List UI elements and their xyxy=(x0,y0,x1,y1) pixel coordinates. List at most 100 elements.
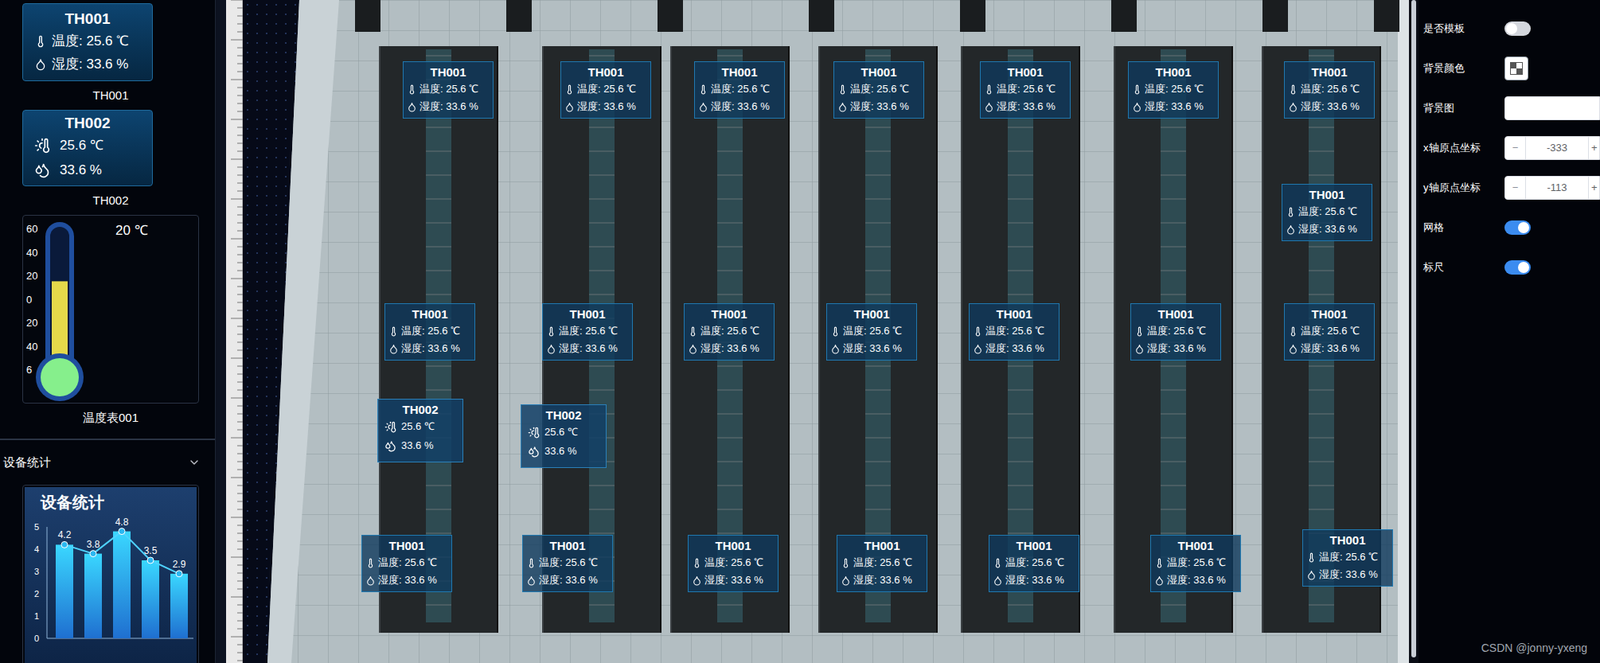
widget-temperature: 温度: 25.6 ℃ xyxy=(419,80,479,98)
property-label: 网格 xyxy=(1423,219,1505,236)
th001-widget[interactable]: TH001温度: 25.6 ℃湿度: 33.6 % xyxy=(687,534,779,593)
decrement-button[interactable]: − xyxy=(1505,136,1526,160)
widget-temperature: 温度: 25.6 ℃ xyxy=(710,80,770,98)
th001-widget[interactable]: TH001温度: 25.6 ℃湿度: 33.6 % xyxy=(979,61,1071,119)
th001-widget[interactable]: TH001温度: 25.6 ℃湿度: 33.6 % xyxy=(1302,529,1394,587)
thermometer-icon xyxy=(698,84,709,95)
canvas[interactable]: TH001温度: 25.6 ℃湿度: 33.6 %TH001温度: 25.6 ℃… xyxy=(242,0,1409,663)
svg-text:1: 1 xyxy=(34,611,40,621)
th001-widget[interactable]: TH001温度: 25.6 ℃湿度: 33.6 % xyxy=(683,303,775,361)
widget-humidity: 33.6 % xyxy=(544,441,577,461)
th001-widget[interactable]: TH001温度: 25.6 ℃湿度: 33.6 % xyxy=(384,303,476,361)
chart-bar[interactable] xyxy=(84,554,102,639)
widget-temperature: 温度: 25.6 ℃ xyxy=(1166,554,1226,572)
stepper-value[interactable]: -333 xyxy=(1525,140,1589,157)
th001-widget[interactable]: TH001温度: 25.6 ℃湿度: 33.6 % xyxy=(836,534,928,593)
decrement-button[interactable]: − xyxy=(1505,176,1526,200)
th002-component[interactable]: TH00225.6 ℃33.6 % xyxy=(22,109,153,187)
widget-humidity: 湿度: 33.6 % xyxy=(577,97,637,116)
th001-widget[interactable]: TH001温度: 25.6 ℃湿度: 33.6 % xyxy=(402,61,494,119)
th001-widget[interactable]: TH001温度: 25.6 ℃湿度: 33.6 % xyxy=(1150,534,1241,593)
th001-widget[interactable]: TH001温度: 25.6 ℃湿度: 33.6 % xyxy=(694,61,785,119)
section-header[interactable]: 设备统计 xyxy=(0,438,215,485)
th001-widget[interactable]: TH001温度: 25.6 ℃湿度: 33.6 % xyxy=(542,303,633,361)
increment-button[interactable]: + xyxy=(1588,136,1600,160)
number-stepper[interactable]: −-113+ xyxy=(1504,175,1600,200)
droplet-icon xyxy=(406,101,418,113)
thermometer-icon xyxy=(687,326,699,337)
chart-bar[interactable] xyxy=(113,531,131,639)
chart-bar[interactable] xyxy=(170,573,188,639)
svg-text:2.9: 2.9 xyxy=(172,558,187,570)
toggle-switch[interactable] xyxy=(1504,21,1531,36)
number-stepper[interactable]: −-333+ xyxy=(1504,136,1600,160)
widget-humidity: 湿度: 33.6 % xyxy=(1144,97,1204,116)
th001-widget[interactable]: TH001温度: 25.6 ℃湿度: 33.6 % xyxy=(826,303,918,361)
widget-humidity: 湿度: 33.6 % xyxy=(1147,339,1206,358)
droplet-icon xyxy=(388,343,399,355)
property-row: 是否模板 xyxy=(1418,8,1600,49)
th001-widget[interactable]: TH001温度: 25.6 ℃湿度: 33.6 % xyxy=(560,61,652,119)
increment-button[interactable]: + xyxy=(1588,176,1600,200)
chevron-down-icon xyxy=(187,456,201,469)
widget-temperature: 温度: 25.6 ℃ xyxy=(1300,80,1360,98)
widget-title: TH001 xyxy=(1287,306,1371,323)
component-panel: TH001温度: 25.6 ℃湿度: 33.6 % TH001 TH00225.6 … xyxy=(0,0,215,663)
component-caption: TH001 xyxy=(22,87,200,104)
th001-widget[interactable]: TH001温度: 25.6 ℃湿度: 33.6 % xyxy=(988,534,1080,593)
svg-text:20: 20 xyxy=(26,269,38,282)
widget-humidity: 湿度: 33.6 % xyxy=(401,339,461,358)
thermometer-reading: 20 ℃ xyxy=(115,222,149,239)
th001-component[interactable]: TH001温度: 25.6 ℃湿度: 33.6 % xyxy=(22,3,153,82)
droplet-icon xyxy=(1134,343,1145,355)
th002-widget[interactable]: TH00225.6 ℃33.6 % xyxy=(377,398,464,463)
widget-humidity: 湿度: 33.6 % xyxy=(710,97,770,116)
thermometer-icon xyxy=(34,35,47,48)
chart-component[interactable]: 设备统计5432104.23.84.83.52.9 xyxy=(22,484,200,663)
toggle-switch[interactable] xyxy=(1504,260,1531,275)
chart-bar[interactable] xyxy=(55,544,74,639)
color-picker[interactable] xyxy=(1504,56,1529,81)
th001-widget[interactable]: TH001温度: 25.6 ℃湿度: 33.6 % xyxy=(361,534,453,593)
thermometer-component[interactable]: 60402002040620 ℃ xyxy=(22,214,200,404)
th001-widget[interactable]: TH001温度: 25.6 ℃湿度: 33.6 % xyxy=(1281,183,1373,242)
canvas-scrollbar[interactable] xyxy=(1408,0,1419,663)
text-input[interactable] xyxy=(1504,96,1600,121)
widget-temperature: 温度: 25.6 ℃ xyxy=(577,80,637,98)
droplet-icon xyxy=(983,101,995,113)
widget-temperature: 温度: 25.6 ℃ xyxy=(704,554,764,572)
droplet-icon xyxy=(1154,575,1165,586)
thermometer-icon xyxy=(992,558,1003,569)
widget-title: TH001 xyxy=(546,306,629,323)
th001-widget[interactable]: TH001温度: 25.6 ℃湿度: 33.6 % xyxy=(522,534,613,593)
thermometer-icon xyxy=(840,558,851,569)
th001-widget[interactable]: TH001温度: 25.6 ℃湿度: 33.6 % xyxy=(833,61,925,119)
widget-title: TH001 xyxy=(972,306,1056,323)
widget-temperature: 25.6 ℃ xyxy=(401,417,435,437)
svg-text:3.8: 3.8 xyxy=(86,538,101,551)
property-row: 标尺 xyxy=(1418,247,1600,288)
th002-widget[interactable]: TH00225.6 ℃33.6 % xyxy=(520,404,607,469)
widget-humidity: 湿度: 33.6 % xyxy=(378,571,438,590)
stepper-value[interactable]: -113 xyxy=(1525,179,1589,196)
th001-widget[interactable]: TH001温度: 25.6 ℃湿度: 33.6 % xyxy=(1283,303,1375,361)
widget-title: TH001 xyxy=(1306,532,1390,549)
widget-temperature: 温度: 25.6 ℃ xyxy=(985,322,1045,340)
thermometer-icon xyxy=(388,326,399,337)
section-title: 设备统计 xyxy=(3,453,51,473)
chart-bar[interactable] xyxy=(141,560,160,639)
thermometer-icon xyxy=(564,84,575,95)
th001-widget[interactable]: TH001温度: 25.6 ℃湿度: 33.6 % xyxy=(1283,61,1375,119)
widget-temperature: 温度: 25.6 ℃ xyxy=(996,80,1056,98)
widget-title: TH001 xyxy=(698,64,781,81)
widget-humidity: 湿度: 33.6 % xyxy=(850,97,910,116)
widget-humidity: 湿度: 33.6 % xyxy=(853,571,913,590)
toggle-switch[interactable] xyxy=(1504,220,1531,235)
th001-widget[interactable]: TH001温度: 25.6 ℃湿度: 33.6 % xyxy=(968,303,1060,361)
widget-temperature: 温度: 25.6 ℃ xyxy=(842,322,902,340)
thermometer-icon xyxy=(1134,326,1145,337)
droplet-icon xyxy=(830,343,841,355)
th001-widget[interactable]: TH001温度: 25.6 ℃湿度: 33.6 % xyxy=(1127,61,1219,119)
th001-widget[interactable]: TH001温度: 25.6 ℃湿度: 33.6 % xyxy=(1130,303,1222,361)
property-label: y轴原点坐标 xyxy=(1423,179,1505,196)
